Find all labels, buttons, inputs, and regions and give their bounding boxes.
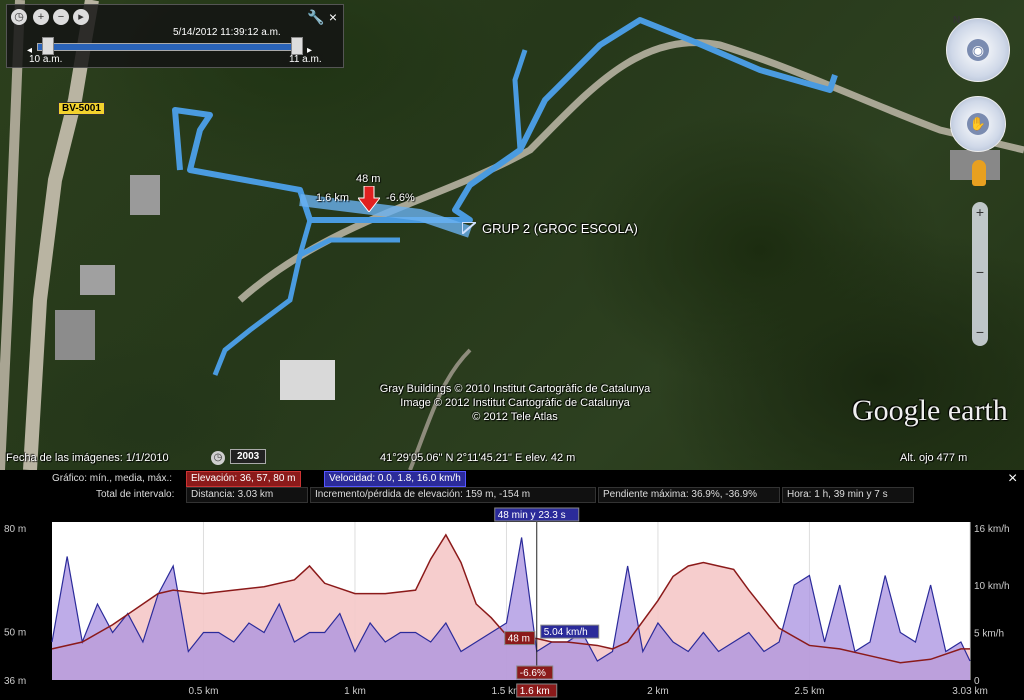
cursor-elevation-tag: 48 m: [508, 634, 530, 645]
placemark-label[interactable]: GRUP 2 (GROC ESCOLA): [482, 221, 638, 236]
cursor-time-tag: 48 min y 23.3 s: [498, 510, 566, 521]
pegman-icon[interactable]: [972, 160, 986, 186]
attribution: Gray Buildings © 2010 Institut Cartogràf…: [350, 382, 680, 424]
wrench-icon[interactable]: 🔧: [307, 9, 324, 25]
cursor-slope-label: -6.6%: [386, 192, 415, 204]
hand-icon: ✋: [967, 113, 989, 135]
time-slider-datetime: 5/14/2012 11:39:12 a.m.: [173, 27, 281, 38]
dirt-road: [237, 39, 1024, 303]
attribution-line: Gray Buildings © 2010 Institut Cartogràf…: [379, 383, 651, 395]
x-tick-label: 1 km: [344, 686, 366, 697]
time-slider-end-label: 11 a.m.: [289, 54, 322, 65]
elevation-profile-chart[interactable]: 0.5 km 1 km 1.5 km 2 km 2.5 km 3.03 km80 m50 …: [0, 500, 1024, 700]
eye-altitude-readout: Alt. ojo 477 m: [900, 452, 968, 464]
zoom-in-icon[interactable]: +: [972, 204, 988, 220]
time-slider-end-handle[interactable]: [291, 37, 303, 55]
cursor-distance-label: 1.6 km: [316, 192, 350, 204]
y-right-tick-label: 5 km/h: [974, 629, 1004, 640]
cursor-slope-tag: -6.6%: [520, 668, 546, 679]
imagery-date: Fecha de las imágenes: 1/1/2010: [6, 452, 169, 464]
play-icon[interactable]: ▸: [73, 9, 89, 25]
y-left-tick-label: 80 m: [4, 524, 26, 535]
history-year-badge[interactable]: 2003: [230, 449, 267, 464]
move-control[interactable]: ✋: [950, 96, 1006, 152]
zoom-in-icon[interactable]: +: [33, 9, 49, 25]
time-slider-start-label: 10 a.m.: [29, 54, 63, 65]
history-clock-icon[interactable]: ◷: [211, 451, 225, 465]
y-left-tick-label: 50 m: [4, 628, 26, 639]
eye-icon: ◉: [967, 39, 989, 61]
side-road: [0, 0, 25, 470]
cursor-speed-tag: 5.04 km/h: [544, 627, 588, 638]
highway-road: [23, 0, 99, 470]
building: [130, 175, 160, 215]
building: [280, 360, 335, 400]
cursor-distance-tag: 1.6 km: [520, 686, 550, 697]
time-slider-start-handle[interactable]: [42, 37, 54, 55]
zoom-slider-thumb[interactable]: −: [972, 264, 988, 280]
cursor-elevation-label: 48 m: [356, 173, 381, 185]
road-label: BV-5001: [58, 102, 105, 115]
speed-stat[interactable]: Velocidad: 0.0, 1.8, 16.0 km/h: [324, 471, 466, 487]
attribution-line: Image © 2012 Institut Cartogràfic de Cat…: [400, 397, 630, 409]
y-right-tick-label: 0: [974, 676, 980, 687]
zoom-out-icon[interactable]: −: [972, 324, 988, 340]
close-icon[interactable]: ×: [325, 9, 341, 25]
range-label: Total de intervalo:: [96, 489, 175, 500]
coordinates-readout: 41°29'05.06" N 2°11'45.21" E elev. 42 m: [380, 452, 576, 464]
north-icon[interactable]: N: [953, 15, 960, 26]
map-view[interactable]: ◷ + − ▸ 🔧 × 5/14/2012 11:39:12 a.m. ◂ ▸ …: [0, 0, 1024, 470]
y-right-tick-label: 16 km/h: [974, 524, 1010, 535]
y-left-tick-label: 36 m: [4, 676, 26, 687]
elevation-profile-panel: × Gráfico: mín., media, máx.: Elevación:…: [0, 470, 1024, 700]
building: [55, 310, 95, 360]
location-marker-icon: [358, 186, 380, 212]
zoom-out-icon[interactable]: −: [53, 9, 69, 25]
placemark-icon[interactable]: [462, 222, 476, 234]
time-slider-panel: ◷ + − ▸ 🔧 × 5/14/2012 11:39:12 a.m. ◂ ▸ …: [6, 4, 344, 68]
x-tick-label: 2 km: [647, 686, 669, 697]
x-tick-label: 3.03 km: [952, 686, 988, 697]
clock-icon[interactable]: ◷: [11, 9, 27, 25]
close-icon[interactable]: ×: [1008, 470, 1017, 488]
zoom-slider[interactable]: + − −: [972, 202, 988, 346]
google-earth-logo: Google earth: [852, 394, 1008, 427]
attribution-line: © 2012 Tele Atlas: [472, 411, 558, 423]
gps-track-dense: [299, 194, 472, 238]
building: [80, 265, 115, 295]
time-slider-track[interactable]: [37, 43, 303, 51]
x-tick-label: 0.5 km: [188, 686, 218, 697]
y-right-tick-label: 10 km/h: [974, 581, 1010, 592]
x-tick-label: 2.5 km: [794, 686, 824, 697]
elevation-stat[interactable]: Elevación: 36, 57, 80 m: [186, 471, 301, 487]
look-control[interactable]: ◉ N: [946, 15, 1010, 82]
chart-stats-label: Gráfico: mín., media, máx.:: [52, 473, 173, 484]
